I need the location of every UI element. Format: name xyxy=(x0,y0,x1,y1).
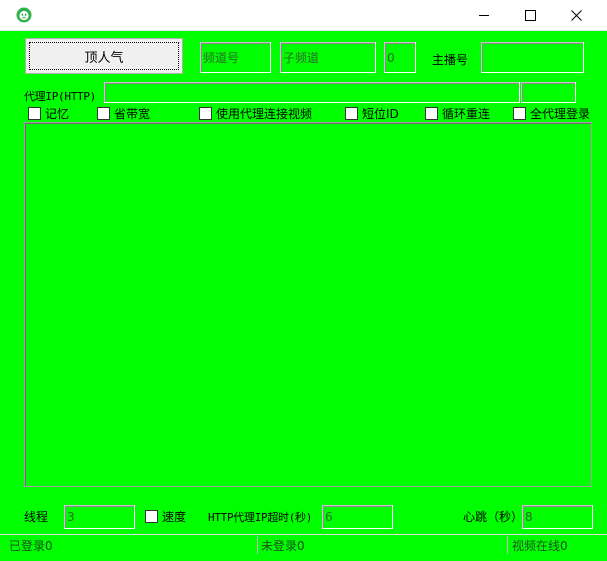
speed-checkbox[interactable]: 速度 xyxy=(145,508,186,525)
proxy-video-checkbox[interactable]: 使用代理连接视频 xyxy=(199,105,312,122)
anchor-label: 主播号 xyxy=(432,53,469,67)
checkbox-box xyxy=(199,107,212,120)
timeout-value: 6 xyxy=(325,510,333,524)
remember-label: 记忆 xyxy=(45,107,70,121)
full-proxy-login-label: 全代理登录 xyxy=(530,107,591,121)
proxy-input[interactable] xyxy=(104,82,520,103)
status-bar: 已登录0 未登录0 视频在线0 xyxy=(0,534,607,561)
threads-value: 3 xyxy=(67,510,75,524)
count-input[interactable]: 0 xyxy=(384,42,416,73)
boost-popularity-button[interactable]: 顶人气 xyxy=(25,38,183,74)
anchor-input[interactable] xyxy=(481,42,584,73)
save-bandwidth-checkbox[interactable]: 省带宽 xyxy=(97,105,150,122)
save-bandwidth-label: 省带宽 xyxy=(114,107,151,121)
close-button[interactable] xyxy=(553,0,599,31)
subchannel-input[interactable]: 子频道 xyxy=(280,42,376,73)
status-video-online: 视频在线0 xyxy=(512,538,568,553)
close-icon xyxy=(570,10,582,21)
channel-placeholder: 频道号 xyxy=(203,51,240,65)
maximize-button[interactable] xyxy=(507,0,553,31)
threads-label: 线程 xyxy=(24,510,49,524)
checkbox-box xyxy=(425,107,438,120)
proxy-video-label: 使用代理连接视频 xyxy=(216,107,313,121)
timeout-label: HTTP代理IP超时(秒) xyxy=(208,511,313,524)
remember-checkbox[interactable]: 记忆 xyxy=(28,105,69,122)
short-id-checkbox[interactable]: 短位ID xyxy=(345,105,399,122)
checkbox-box xyxy=(28,107,41,120)
title-bar xyxy=(0,0,607,31)
short-id-label: 短位ID xyxy=(362,107,399,121)
heartbeat-input[interactable]: 8 xyxy=(522,505,593,529)
proxy-label: 代理IP(HTTP) xyxy=(24,90,96,103)
maximize-icon xyxy=(524,10,536,21)
count-value: 0 xyxy=(387,50,395,65)
channel-input[interactable]: 频道号 xyxy=(200,42,271,73)
minimize-button[interactable] xyxy=(461,0,507,31)
checkbox-box xyxy=(345,107,358,120)
status-logged-in: 已登录0 xyxy=(0,536,258,554)
checkbox-box xyxy=(145,510,158,523)
heartbeat-value: 8 xyxy=(525,510,533,524)
heartbeat-label: 心跳（秒） xyxy=(463,510,524,524)
log-list[interactable] xyxy=(24,122,592,487)
status-not-logged-in: 未登录0 xyxy=(252,536,508,554)
app-icon xyxy=(16,7,32,23)
timeout-input[interactable]: 6 xyxy=(322,505,393,529)
loop-reconnect-label: 循环重连 xyxy=(442,107,491,121)
minimize-icon xyxy=(478,15,489,16)
checkbox-box xyxy=(513,107,526,120)
proxy-extra-input[interactable] xyxy=(521,82,576,103)
full-proxy-login-checkbox[interactable]: 全代理登录 xyxy=(513,105,590,122)
speed-label: 速度 xyxy=(162,510,187,524)
subchannel-placeholder: 子频道 xyxy=(283,51,320,65)
loop-reconnect-checkbox[interactable]: 循环重连 xyxy=(425,105,490,122)
threads-input[interactable]: 3 xyxy=(64,505,135,529)
checkbox-box xyxy=(97,107,110,120)
